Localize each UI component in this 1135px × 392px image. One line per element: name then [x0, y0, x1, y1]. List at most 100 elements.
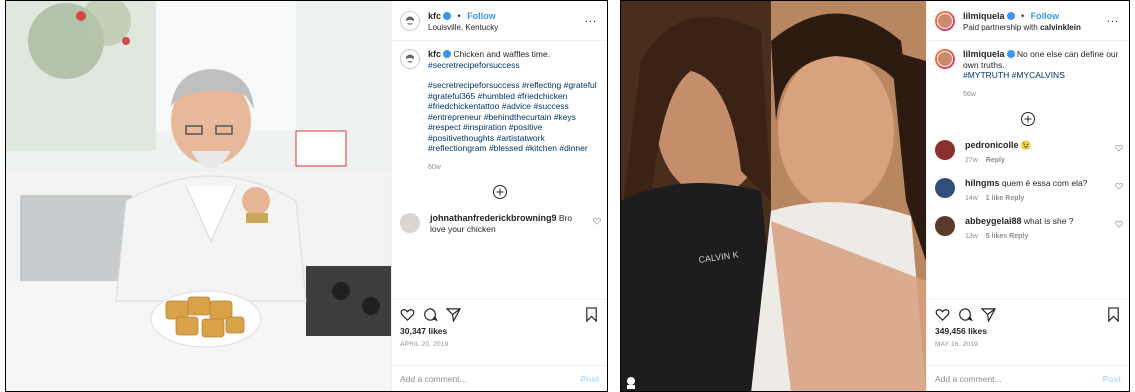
action-icons — [935, 306, 1121, 322]
comment-text: quem é essa com ela? — [1001, 178, 1088, 188]
caption-hashtags[interactable]: #MYTRUTH #MYCALVINS — [963, 70, 1065, 80]
follow-button[interactable]: Follow — [467, 11, 496, 21]
action-bar: 349,456 likes MAY 16, 2019 — [927, 299, 1129, 348]
caption-timestamp: 60w — [428, 163, 441, 171]
post-photo[interactable] — [6, 1, 391, 391]
post-date: APRIL 20, 2019 — [400, 341, 449, 348]
share-icon[interactable] — [446, 307, 461, 322]
comment-username[interactable]: hilngms — [965, 178, 1000, 188]
share-icon[interactable] — [981, 307, 996, 322]
comment-input[interactable]: Add a comment... — [935, 374, 1002, 384]
location-link[interactable]: Louisville, Kentucky — [428, 22, 498, 33]
profile-photo — [937, 51, 953, 67]
comment-age: 14w — [965, 194, 978, 202]
comment-meta: 14w 1 like Reply — [965, 194, 1087, 205]
header-identity: kfc • Follow Louisville, Kentucky — [428, 9, 498, 33]
header-identity: lilmiquela • Follow Paid partnership wit… — [963, 9, 1081, 33]
comment-text-block: hilngms quem é essa com ela? 14w 1 like … — [965, 178, 1105, 204]
comment-input[interactable]: Add a comment... — [400, 374, 467, 384]
like-comment-heart-icon[interactable] — [1115, 182, 1123, 190]
post-header: lilmiquela • Follow Paid partnership wit… — [927, 1, 1129, 41]
comment-likes[interactable]: 5 likes — [986, 233, 1007, 240]
comment-text-block: abbeygelai88 what is she ? 13w 5 likes R… — [965, 216, 1092, 242]
plus-circle-icon[interactable] — [492, 185, 507, 199]
post-photo[interactable]: CALVIN K — [621, 1, 926, 391]
comment-age: 13w — [965, 232, 978, 240]
post-kfc: kfc • Follow Louisville, Kentucky ... kf… — [5, 0, 608, 392]
avatar[interactable] — [935, 178, 955, 198]
bookmark-icon[interactable] — [584, 306, 599, 322]
avatar[interactable] — [400, 10, 420, 31]
add-comment-bar: Add a comment... Post — [927, 365, 1129, 391]
comment-text-block: johnathanfrederickbrowning9 Bro love you… — [430, 213, 599, 234]
separator-dot: • — [1020, 10, 1025, 21]
profile-photo — [937, 12, 953, 29]
comment-icon[interactable] — [423, 307, 438, 322]
avatar[interactable] — [935, 216, 955, 236]
username[interactable]: lilmiquela — [963, 11, 1005, 21]
kfc-logo-icon — [403, 13, 417, 28]
comment-likes[interactable]: 1 like — [986, 195, 1004, 202]
load-more-comments[interactable] — [927, 112, 1129, 126]
avatar[interactable] — [935, 10, 955, 31]
partner-link[interactable]: calvinklein — [1040, 23, 1081, 32]
comment-item: johnathanfrederickbrowning9 Bro love you… — [392, 213, 607, 234]
plus-circle-icon[interactable] — [1021, 112, 1035, 126]
kfc-photo-illustration — [6, 1, 391, 391]
bookmark-icon[interactable] — [1106, 306, 1121, 322]
post-sidebar: lilmiquela • Follow Paid partnership wit… — [926, 1, 1129, 391]
more-options-icon[interactable]: ... — [1107, 13, 1119, 25]
more-options-icon[interactable]: ... — [585, 13, 597, 25]
reply-button[interactable]: Reply — [986, 157, 1005, 164]
comment-text: what is she ? — [1023, 216, 1074, 226]
post-lilmiquela: CALVIN K lilmiquela • Follow Paid partne… — [620, 0, 1130, 392]
verified-badge-icon — [443, 11, 452, 20]
like-comment-heart-icon[interactable] — [1115, 144, 1123, 152]
verified-badge-icon — [1006, 11, 1015, 20]
comment-username[interactable]: johnathanfrederickbrowning9 — [430, 213, 557, 223]
heart-icon[interactable] — [400, 307, 415, 322]
lilmiquela-photo-illustration: CALVIN K — [621, 1, 926, 391]
caption-hashtags[interactable]: #secretrecipeforsuccess — [428, 60, 520, 70]
caption-text-block: kfc Chicken and waffles time. #secretrec… — [428, 49, 599, 173]
comment-username[interactable]: abbeygelai88 — [965, 216, 1022, 226]
action-bar: 30,347 likes APRIL 20, 2019 — [392, 299, 607, 348]
heart-icon[interactable] — [935, 307, 950, 322]
verified-badge-icon — [443, 50, 452, 58]
post-comment-button[interactable]: Post — [581, 374, 599, 384]
username[interactable]: kfc — [428, 11, 441, 21]
load-more-comments[interactable] — [392, 185, 607, 199]
action-icons — [400, 306, 599, 322]
kfc-logo-icon — [403, 52, 417, 66]
post-sidebar: kfc • Follow Louisville, Kentucky ... kf… — [391, 1, 607, 391]
caption-timestamp: 56w — [963, 90, 976, 98]
caption-username[interactable]: lilmiquela — [963, 49, 1005, 59]
avatar[interactable] — [400, 213, 420, 233]
comment-item: abbeygelai88 what is she ? 13w 5 likes R… — [927, 216, 1129, 242]
post-comment-button[interactable]: Post — [1103, 374, 1121, 384]
comment-item: pedronicolle 😉 27w Reply — [927, 140, 1129, 166]
comment-icon[interactable] — [958, 307, 973, 322]
reply-button[interactable]: Reply — [1009, 233, 1028, 240]
likes-count[interactable]: 349,456 likes — [935, 326, 1121, 336]
post-date: MAY 16, 2019 — [935, 341, 978, 348]
avatar[interactable] — [935, 140, 955, 160]
like-comment-heart-icon[interactable] — [1115, 220, 1123, 228]
caption-username[interactable]: kfc — [428, 49, 441, 59]
comment-meta: 27w Reply — [965, 156, 1031, 167]
reply-button[interactable]: Reply — [1005, 195, 1024, 202]
comment-username[interactable]: pedronicolle — [965, 140, 1019, 150]
comment-text: 😉 — [1020, 140, 1032, 150]
comment-age: 27w — [965, 156, 978, 164]
partnership-label: Paid partnership with — [963, 22, 1038, 32]
likes-count[interactable]: 30,347 likes — [400, 326, 599, 336]
separator-dot: • — [457, 10, 461, 21]
caption-text: Chicken and waffles time. — [453, 49, 551, 59]
avatar[interactable] — [400, 49, 420, 69]
add-comment-bar: Add a comment... Post — [392, 365, 607, 391]
caption-hashtags-list[interactable]: #secretrecipeforsuccess #reflecting #gra… — [428, 80, 599, 154]
comment-text-block: pedronicolle 😉 27w Reply — [965, 140, 1049, 166]
avatar[interactable] — [935, 49, 955, 69]
follow-button[interactable]: Follow — [1031, 11, 1060, 21]
like-comment-heart-icon[interactable] — [593, 217, 601, 225]
